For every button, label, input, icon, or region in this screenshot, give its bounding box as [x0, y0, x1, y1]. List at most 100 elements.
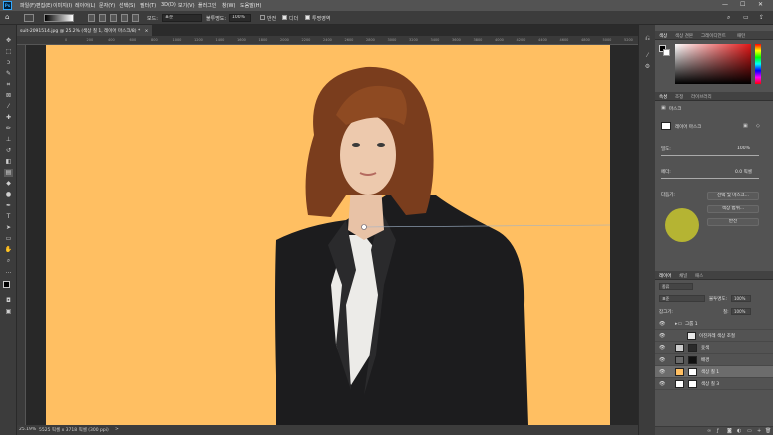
document-canvas[interactable]: [46, 45, 610, 425]
visibility-eye-icon[interactable]: 👁: [659, 345, 665, 351]
healing-tool-icon[interactable]: ✚: [4, 114, 13, 122]
layer-style-icon[interactable]: ƒ: [717, 428, 719, 434]
invert-button[interactable]: 반전: [707, 218, 759, 226]
linear-gradient-icon[interactable]: [88, 14, 95, 22]
shape-tool-icon[interactable]: ▭: [4, 235, 13, 243]
add-mask-icon[interactable]: ◙: [727, 428, 732, 434]
menu-help[interactable]: 도움말(H): [240, 2, 261, 9]
marquee-tool-icon[interactable]: ⬚: [4, 48, 13, 56]
tab-channels[interactable]: 채널: [679, 273, 687, 279]
transparency-checkbox[interactable]: [305, 15, 310, 20]
type-tool-icon[interactable]: T: [4, 213, 13, 221]
brush-tool-icon[interactable]: ✏: [4, 125, 13, 133]
dodge-tool-icon[interactable]: ●: [4, 191, 13, 199]
history-brush-icon[interactable]: ↺: [4, 147, 13, 155]
quick-select-tool-icon[interactable]: ✎: [4, 70, 13, 78]
link-layers-icon[interactable]: ∞: [707, 428, 711, 434]
pen-tool-icon[interactable]: ✒: [4, 202, 13, 210]
gradient-tool-icon[interactable]: ▤: [4, 169, 13, 177]
more-tools-icon[interactable]: …: [4, 268, 13, 276]
menu-window[interactable]: 창(W): [222, 2, 235, 9]
blend-mode-select[interactable]: 표준: [659, 295, 705, 302]
menu-view[interactable]: 보기(V): [178, 2, 195, 9]
angle-gradient-icon[interactable]: [110, 14, 117, 22]
eraser-tool-icon[interactable]: ◧: [4, 158, 13, 166]
menu-file[interactable]: 파일(F): [20, 2, 36, 9]
gradient-tool-preset-icon[interactable]: [24, 14, 34, 22]
tab-paths[interactable]: 패스: [695, 273, 703, 279]
color-background-swatch[interactable]: [663, 49, 670, 56]
visibility-eye-icon[interactable]: 👁: [659, 369, 665, 375]
canvas-area[interactable]: [26, 45, 638, 425]
menu-filter[interactable]: 필터(T): [140, 2, 156, 9]
feather-value[interactable]: 0.0 픽셀: [735, 169, 752, 175]
workspace-icon[interactable]: ▭: [743, 14, 749, 21]
document-tab[interactable]: suit-2091514.jpg @ 25.2% (색상 칠 1, 레이어 마스…: [17, 25, 152, 36]
layer-mask-thumbnail[interactable]: [661, 122, 671, 130]
layer-row-adjustment[interactable]: 👁 이진커레 색상 조절: [655, 330, 773, 342]
tab-patterns[interactable]: 패턴: [737, 33, 745, 39]
history-icon[interactable]: ⎌: [643, 35, 652, 43]
crop-tool-icon[interactable]: ⌗: [4, 81, 13, 89]
menu-3d[interactable]: 3D(D): [161, 2, 176, 8]
reflected-gradient-icon[interactable]: [121, 14, 128, 22]
blur-tool-icon[interactable]: ◆: [4, 180, 13, 188]
dither-checkbox[interactable]: [282, 15, 287, 20]
close-window-button[interactable]: ✕: [758, 1, 763, 8]
move-tool-icon[interactable]: ✥: [4, 37, 13, 45]
gradient-picker[interactable]: [44, 14, 74, 22]
eyedropper-tool-icon[interactable]: ⁄: [4, 103, 13, 111]
maximize-button[interactable]: ☐: [740, 1, 745, 8]
tab-adjustments[interactable]: 조정: [675, 94, 683, 100]
layer-filter-select[interactable]: 종류: [659, 283, 693, 290]
layer-row-group-1[interactable]: 👁 ▸▭ 그룹 1: [655, 318, 773, 330]
radial-gradient-icon[interactable]: [99, 14, 106, 22]
hue-slider[interactable]: [755, 44, 761, 84]
frame-tool-icon[interactable]: ⊠: [4, 92, 13, 100]
menu-type[interactable]: 문자(Y): [99, 2, 115, 9]
new-adjustment-icon[interactable]: ◐: [737, 428, 741, 434]
opacity-field[interactable]: 100%: [229, 14, 251, 22]
new-group-icon[interactable]: ▭: [747, 428, 752, 434]
visibility-eye-icon[interactable]: 👁: [659, 321, 665, 327]
vector-mask-icon[interactable]: ◇: [756, 123, 760, 129]
select-and-mask-button[interactable]: 선택 및 마스크...: [707, 192, 759, 200]
path-select-tool-icon[interactable]: ➤: [4, 224, 13, 232]
density-slider[interactable]: [661, 155, 759, 156]
menu-edit[interactable]: 편집(E): [36, 2, 52, 9]
home-icon[interactable]: ⌂: [5, 13, 9, 21]
reverse-checkbox[interactable]: [260, 15, 265, 20]
delete-layer-icon[interactable]: 🗑: [765, 428, 771, 434]
visibility-eye-icon[interactable]: 👁: [659, 333, 665, 339]
density-value[interactable]: 100%: [737, 146, 750, 151]
layer-row-fill-3[interactable]: 👁 색상 칠 3: [655, 378, 773, 390]
hand-tool-icon[interactable]: ✋: [4, 246, 13, 254]
status-menu-arrow[interactable]: >: [115, 427, 119, 432]
lasso-tool-icon[interactable]: ↄ: [4, 59, 13, 67]
menu-layer[interactable]: 레이어(L): [75, 2, 96, 9]
layer-opacity-field[interactable]: 100%: [731, 295, 751, 302]
tab-gradients[interactable]: 그레이디언트: [701, 33, 726, 39]
document-tab-close[interactable]: ×: [145, 29, 149, 34]
tab-libraries[interactable]: 라이브러리: [691, 94, 712, 100]
mode-select[interactable]: 표준: [162, 14, 202, 22]
diamond-gradient-icon[interactable]: [132, 14, 139, 22]
tab-properties[interactable]: 속성: [659, 94, 667, 100]
brush-settings-icon[interactable]: ⁄: [643, 52, 652, 60]
tab-layers[interactable]: 레이어: [659, 273, 671, 279]
layer-row-background[interactable]: 👁 배경: [655, 354, 773, 366]
layer-row-clothes[interactable]: 👁 옷색: [655, 342, 773, 354]
layer-row-fill-1[interactable]: 👁 색상 칠 1: [655, 366, 773, 378]
pixel-mask-icon[interactable]: ▣: [743, 123, 748, 129]
menu-image[interactable]: 이미지(I): [53, 2, 72, 9]
screen-mode-icon[interactable]: ▣: [4, 308, 13, 316]
minimize-button[interactable]: —: [722, 1, 728, 8]
color-field[interactable]: [675, 44, 751, 84]
search-icon[interactable]: ⌕: [727, 14, 730, 22]
zoom-level[interactable]: 25.19%: [19, 427, 36, 432]
tab-color[interactable]: 색상: [659, 33, 667, 39]
fill-field[interactable]: 100%: [731, 308, 751, 315]
tab-swatches[interactable]: 색상 견본: [675, 33, 693, 39]
share-icon[interactable]: ⇪: [759, 14, 764, 21]
color-range-button[interactable]: 색상 범위...: [707, 205, 759, 213]
